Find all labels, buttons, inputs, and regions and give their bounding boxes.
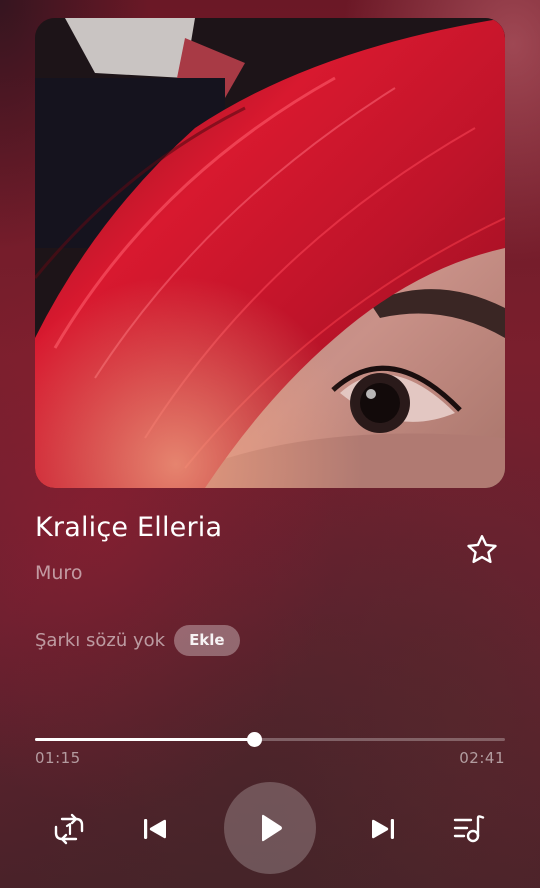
lyrics-status: Şarkı sözü yok: [35, 629, 166, 651]
playlist-music-icon: [453, 815, 485, 843]
seek-fill: [35, 738, 255, 741]
previous-button[interactable]: [132, 806, 178, 852]
track-title: Kraliçe Elleria: [35, 512, 223, 543]
next-button[interactable]: [360, 806, 406, 852]
favorite-button[interactable]: [462, 530, 502, 570]
lyrics-row: Şarkı sözü yok Ekle: [35, 624, 240, 656]
track-artist[interactable]: Muro: [35, 562, 82, 584]
total-time: 02:41: [459, 749, 505, 767]
album-art: [35, 18, 505, 488]
add-lyrics-button[interactable]: Ekle: [174, 624, 240, 656]
current-time: 01:15: [35, 749, 81, 767]
repeat-one-icon: [54, 813, 84, 845]
seek-bar[interactable]: [35, 730, 505, 750]
album-art-image: [35, 18, 505, 488]
play-button[interactable]: [224, 782, 316, 874]
queue-button[interactable]: [446, 806, 492, 852]
repeat-button[interactable]: [46, 806, 92, 852]
skip-next-icon: [372, 819, 394, 839]
star-outline-icon: [467, 535, 497, 564]
play-icon: [262, 814, 282, 842]
skip-previous-icon: [144, 819, 166, 839]
seek-thumb[interactable]: [247, 732, 263, 747]
